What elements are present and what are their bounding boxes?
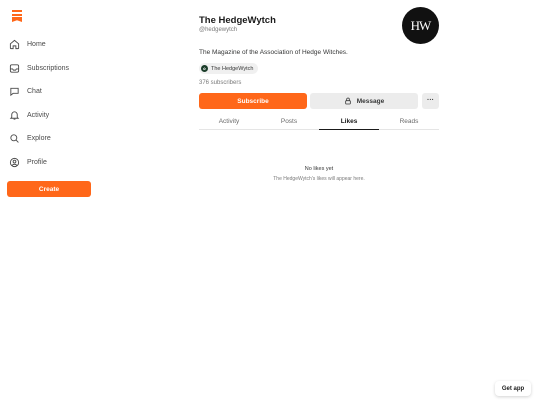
inbox-icon xyxy=(8,62,20,74)
bell-icon xyxy=(8,109,20,121)
lock-icon xyxy=(344,97,352,105)
user-icon xyxy=(8,156,20,168)
more-options-button[interactable]: ··· xyxy=(422,93,439,109)
empty-state-title: No likes yet xyxy=(304,166,334,172)
subscriber-count: 376 subscribers xyxy=(199,80,242,86)
sidebar-item-label: Subscriptions xyxy=(27,64,70,72)
sidebar: Home Subscriptions Chat Activity Explore… xyxy=(0,0,100,405)
sidebar-item-label: Home xyxy=(27,40,46,48)
sidebar-item-home[interactable]: Home xyxy=(8,36,46,52)
sidebar-item-label: Profile xyxy=(27,158,47,166)
sidebar-item-label: Chat xyxy=(27,87,42,95)
avatar-monogram: HW xyxy=(410,17,432,33)
tab-reads[interactable]: Reads xyxy=(379,114,439,129)
publication-chip[interactable]: ✿ The HedgeWytch xyxy=(199,63,259,74)
sidebar-item-subscriptions[interactable]: Subscriptions xyxy=(8,60,69,76)
sidebar-item-chat[interactable]: Chat xyxy=(8,83,42,99)
profile-name: The HedgeWytch xyxy=(199,15,276,26)
sidebar-item-label: Activity xyxy=(27,111,50,119)
substack-logo-icon[interactable] xyxy=(12,10,22,22)
publication-logo-icon: ✿ xyxy=(201,65,208,72)
home-icon xyxy=(8,38,20,50)
profile-handle: @hedgewytch xyxy=(199,27,238,33)
empty-state-subtitle: The HedgeWytch's likes will appear here. xyxy=(273,176,365,182)
tab-posts[interactable]: Posts xyxy=(259,114,319,129)
sidebar-item-profile[interactable]: Profile xyxy=(8,154,47,170)
publication-chip-label: The HedgeWytch xyxy=(211,65,254,72)
create-button[interactable]: Create xyxy=(7,181,91,197)
avatar[interactable]: HW xyxy=(402,7,439,44)
chat-icon xyxy=(8,85,20,97)
profile-tabs: Activity Posts Likes Reads xyxy=(199,114,439,130)
tab-likes[interactable]: Likes xyxy=(319,114,379,130)
message-button-label: Message xyxy=(356,97,385,105)
message-button[interactable]: Message xyxy=(310,93,418,109)
sidebar-item-explore[interactable]: Explore xyxy=(8,130,51,146)
get-app-button[interactable]: Get app xyxy=(495,381,531,396)
search-icon xyxy=(8,132,20,144)
sidebar-item-activity[interactable]: Activity xyxy=(8,107,49,123)
sidebar-item-label: Explore xyxy=(27,134,51,142)
tab-activity[interactable]: Activity xyxy=(199,114,259,129)
subscribe-button[interactable]: Subscribe xyxy=(199,93,307,109)
profile-bio: The Magazine of the Association of Hedge… xyxy=(199,49,348,56)
